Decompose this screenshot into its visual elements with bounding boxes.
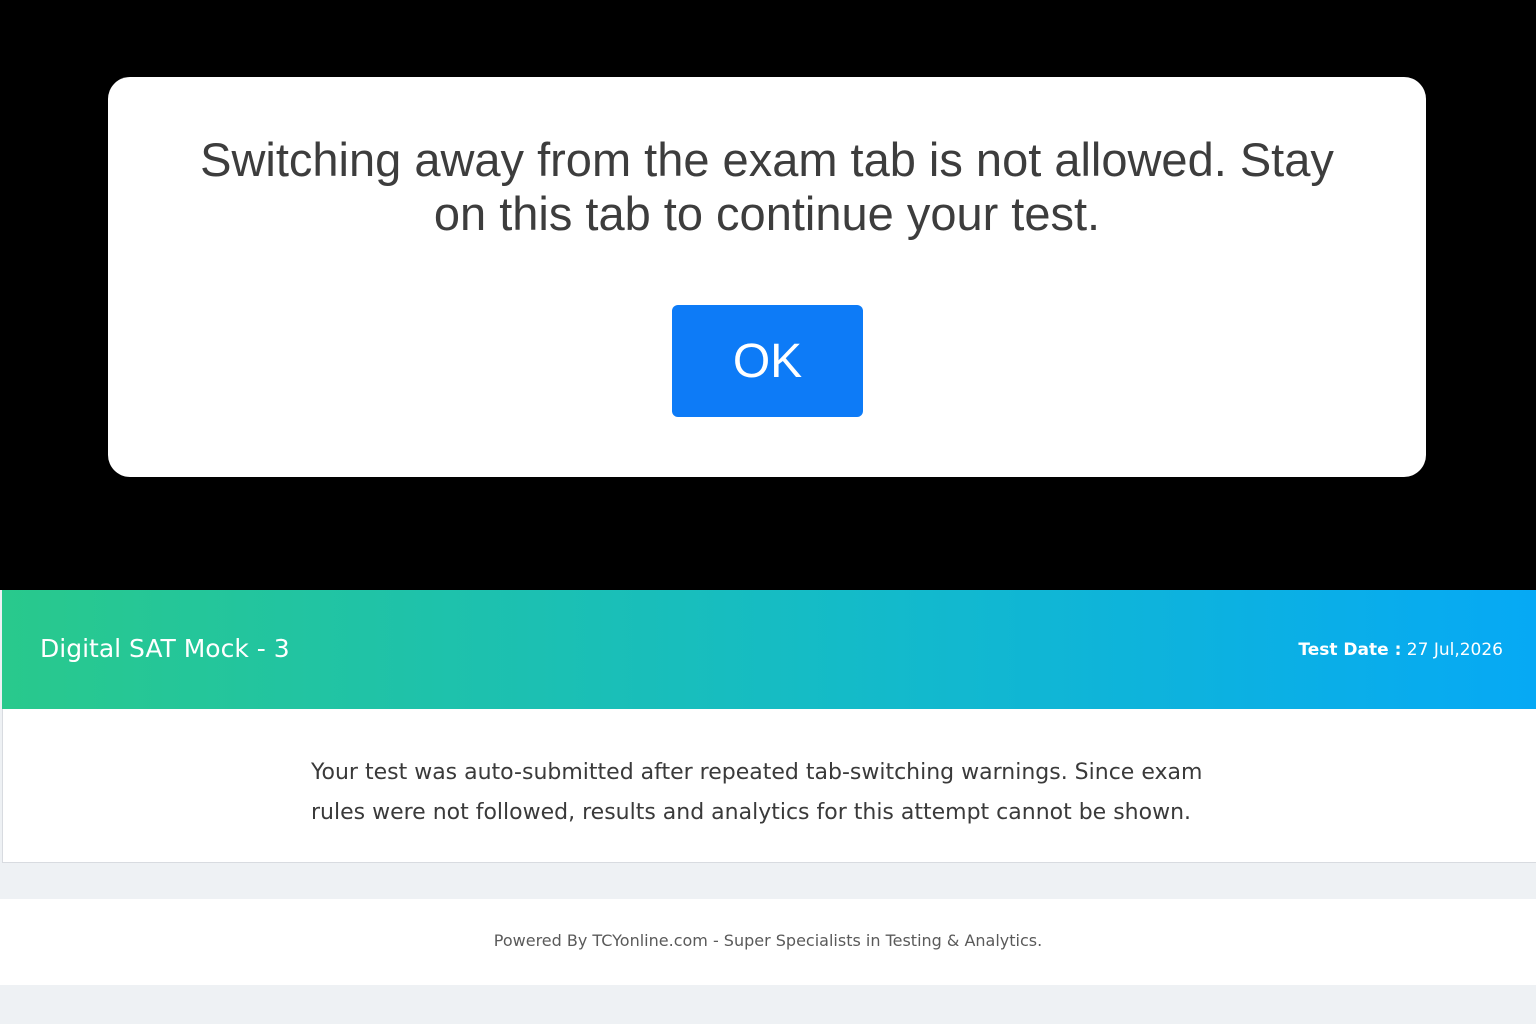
test-header: Digital SAT Mock - 3 Test Date : 27 Jul,…: [2, 590, 1536, 709]
test-date: Test Date : 27 Jul,2026: [1298, 638, 1503, 662]
footer-credit: Powered By TCYonline.com - Super Special…: [493, 931, 1043, 950]
ok-button[interactable]: OK: [672, 305, 863, 417]
test-date-label: Test Date :: [1298, 640, 1402, 660]
result-notice-panel: Your test was auto-submitted after repea…: [2, 709, 1536, 863]
test-title: Digital SAT Mock - 3: [40, 634, 290, 663]
auto-submit-notice: Your test was auto-submitted after repea…: [311, 760, 1203, 825]
alert-dialog: Switching away from the exam tab is not …: [108, 77, 1426, 477]
test-date-value: 27 Jul,2026: [1406, 640, 1503, 660]
modal-backdrop: Switching away from the exam tab is not …: [0, 0, 1536, 590]
page-footer: Powered By TCYonline.com - Super Special…: [0, 899, 1536, 985]
alert-message: Switching away from the exam tab is not …: [200, 133, 1334, 240]
